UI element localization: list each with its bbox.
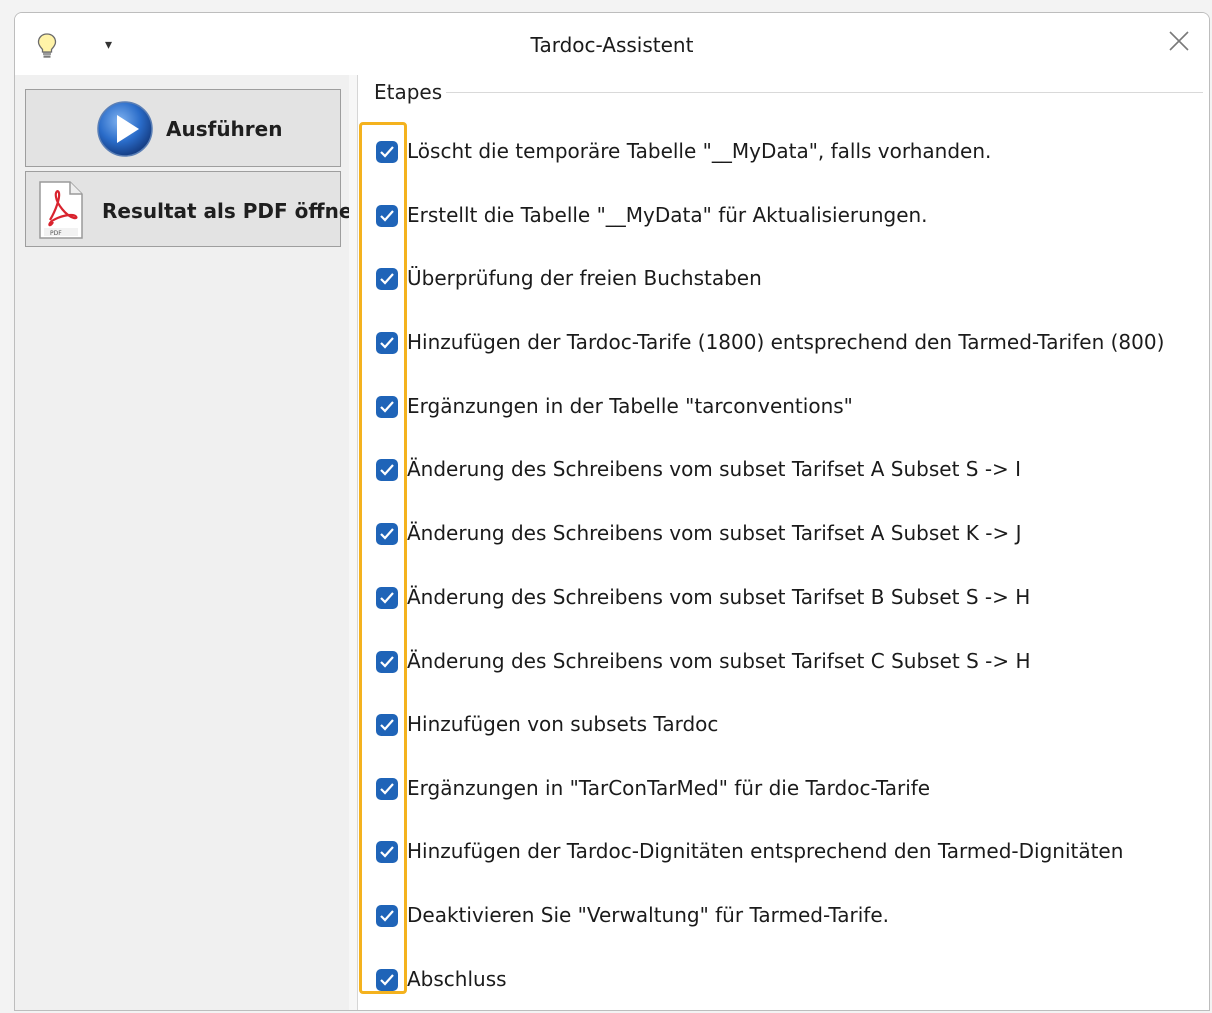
play-icon xyxy=(96,100,154,158)
action-pane: Ausführen PDF Resultat als PDF öffnen xyxy=(15,75,367,1010)
step-checkbox[interactable] xyxy=(376,969,398,991)
pane-splitter[interactable] xyxy=(349,75,358,1010)
step-checkbox[interactable] xyxy=(376,714,398,736)
steps-pane: Etapes Löscht die temporäre Tabelle "__M… xyxy=(358,75,1209,1010)
step-label: Hinzufügen der Tardoc-Tarife (1800) ents… xyxy=(407,330,1165,354)
step-item[interactable]: Ergänzungen in "TarConTarMed" für die Ta… xyxy=(358,772,1203,808)
step-checkbox[interactable] xyxy=(376,778,398,800)
step-item[interactable]: Deaktivieren Sie "Verwaltung" für Tarmed… xyxy=(358,899,1203,935)
tardoc-assistant-window: ▾ Tardoc-Assistent Ausführen PDF Resulta… xyxy=(14,12,1210,1011)
step-label: Ergänzungen in "TarConTarMed" für die Ta… xyxy=(407,776,931,800)
step-item[interactable]: Löscht die temporäre Tabelle "__MyData",… xyxy=(358,135,1203,171)
step-checkbox[interactable] xyxy=(376,268,398,290)
step-checkbox[interactable] xyxy=(376,523,398,545)
step-label: Änderung des Schreibens vom subset Tarif… xyxy=(407,457,1022,481)
step-item[interactable]: Hinzufügen der Tardoc-Tarife (1800) ents… xyxy=(358,326,1203,362)
step-checkbox[interactable] xyxy=(376,905,398,927)
step-label: Abschluss xyxy=(407,967,507,991)
step-item[interactable]: Ergänzungen in der Tabelle "tarconventio… xyxy=(358,390,1203,426)
step-item[interactable]: Änderung des Schreibens vom subset Tarif… xyxy=(358,581,1203,617)
step-checkbox[interactable] xyxy=(376,332,398,354)
step-label: Ergänzungen in der Tabelle "tarconventio… xyxy=(407,394,853,418)
step-label: Hinzufügen der Tardoc-Dignitäten entspre… xyxy=(407,839,1124,863)
step-checkbox[interactable] xyxy=(376,841,398,863)
open-pdf-button[interactable]: PDF Resultat als PDF öffnen xyxy=(25,171,367,247)
step-label: Änderung des Schreibens vom subset Tarif… xyxy=(407,649,1031,673)
step-item[interactable]: Änderung des Schreibens vom subset Tarif… xyxy=(358,645,1203,681)
step-label: Änderung des Schreibens vom subset Tarif… xyxy=(407,585,1031,609)
step-checkbox[interactable] xyxy=(376,205,398,227)
step-label: Änderung des Schreibens vom subset Tarif… xyxy=(407,521,1022,545)
step-checkbox[interactable] xyxy=(376,459,398,481)
step-checkbox[interactable] xyxy=(376,141,398,163)
step-checkbox[interactable] xyxy=(376,587,398,609)
step-label: Überprüfung der freien Buchstaben xyxy=(407,266,762,290)
step-label: Hinzufügen von subsets Tardoc xyxy=(407,712,719,736)
step-label: Deaktivieren Sie "Verwaltung" für Tarmed… xyxy=(407,903,889,927)
step-item[interactable]: Überprüfung der freien Buchstaben xyxy=(358,262,1203,298)
step-item[interactable]: Änderung des Schreibens vom subset Tarif… xyxy=(358,453,1203,489)
step-label: Erstellt die Tabelle "__MyData" für Aktu… xyxy=(407,203,928,227)
step-item[interactable]: Erstellt die Tabelle "__MyData" für Aktu… xyxy=(358,199,1203,235)
svg-text:PDF: PDF xyxy=(50,230,62,237)
run-button[interactable]: Ausführen xyxy=(25,89,341,167)
run-button-label: Ausführen xyxy=(166,117,283,141)
step-label: Löscht die temporäre Tabelle "__MyData",… xyxy=(407,139,992,163)
step-item[interactable]: Hinzufügen der Tardoc-Dignitäten entspre… xyxy=(358,835,1203,871)
pdf-icon: PDF xyxy=(38,180,84,240)
group-border xyxy=(444,92,1203,93)
open-pdf-button-label: Resultat als PDF öffnen xyxy=(102,199,367,223)
step-checkbox[interactable] xyxy=(376,651,398,673)
step-item[interactable]: Abschluss xyxy=(358,963,1203,999)
window-title: Tardoc-Assistent xyxy=(530,33,694,57)
step-item[interactable]: Änderung des Schreibens vom subset Tarif… xyxy=(358,517,1203,553)
close-icon[interactable] xyxy=(1167,29,1191,53)
steps-group-title: Etapes xyxy=(374,79,447,105)
step-checkbox[interactable] xyxy=(376,396,398,418)
step-item[interactable]: Hinzufügen von subsets Tardoc xyxy=(358,708,1203,744)
title-bar: ▾ Tardoc-Assistent xyxy=(15,13,1209,75)
